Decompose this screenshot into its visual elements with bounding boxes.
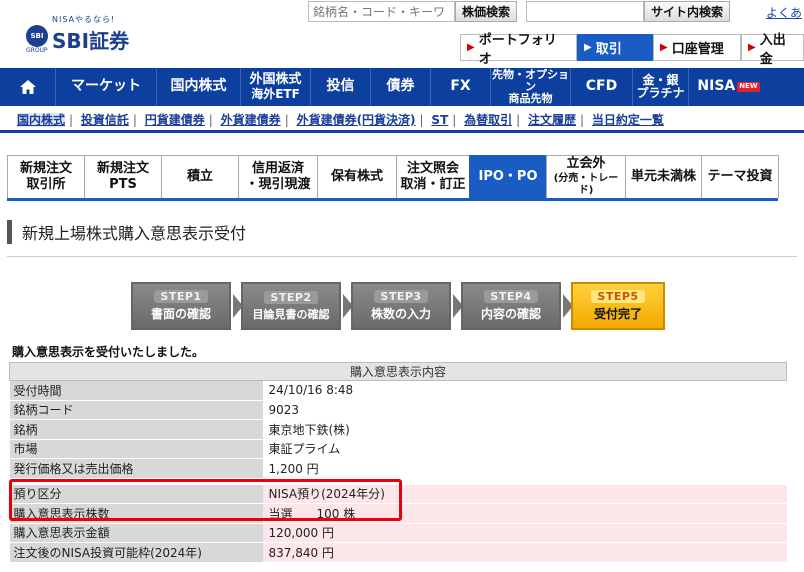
trade-tabs: 新規注文 取引所 新規注文 PTS 積立 信用返済 ・現引現渡 保有株式 注文照会 取消… [7,155,779,201]
page-title: 新規上場株式購入意思表示受付 [7,220,246,244]
sbi-mark-icon: SBI [26,25,48,47]
table-row: 注文後のNISA投資可能枠(2024年) 837,840 円 [9,542,787,563]
nav-account[interactable]: ▶ 口座管理 [653,34,741,61]
arrow-right-icon: ▶ [748,42,756,53]
faq-link[interactable]: よくあ [766,4,802,21]
step-1: STEP1 書面の確認 [131,282,243,330]
menu-fx[interactable]: FX [431,68,491,106]
sublink-domestic-stock[interactable]: 国内株式 [17,113,66,127]
stock-search-input[interactable] [308,1,455,22]
sublink-order-history[interactable]: 注文履歴 [528,113,576,127]
sublink-fx-trade[interactable]: 為替取引 [464,113,512,127]
menu-nisa[interactable]: NISA NEW [689,68,768,106]
step-3: STEP3 株数の入力 [351,282,463,330]
nav-trade[interactable]: ▶ 取引 [577,34,653,61]
menu-market[interactable]: マーケット [56,68,157,106]
intent-detail-table: 購入意思表示内容 受付時間 24/10/16 8:48 銘柄コード 9023 銘柄東… [9,362,787,563]
table-row: 銘柄 東京地下鉄(株) [9,419,787,440]
nav-portfolio[interactable]: ▶ ポートフォリオ [460,33,577,67]
site-search-button[interactable]: サイト内検索 [644,1,730,22]
menu-investment-trust[interactable]: 投信 [311,68,371,106]
logo-tagline: NISAやるなら! [52,15,116,24]
tab-holdings[interactable]: 保有株式 [317,155,397,198]
main-menu: マーケット 国内株式 外国株式 海外ETF 投信 債券 FX 先物・オプション … [0,68,804,106]
step-2: STEP2 目論見書の確認 [241,282,353,330]
sublink-st[interactable]: ST [431,113,448,127]
menu-foreign-stock[interactable]: 外国株式 海外ETF [241,68,311,106]
tab-accumulate[interactable]: 積立 [161,155,239,198]
stock-search-button[interactable]: 株価検索 [455,1,517,22]
arrow-right-icon: ▶ [584,42,592,53]
table-row: 購入意思表示株数 当選 100 株 [9,503,787,524]
sublink-yen-bond[interactable]: 円貨建債券 [145,113,205,127]
logo-group-text: GROUP [26,47,48,54]
menu-domestic-stock[interactable]: 国内株式 [157,68,241,106]
sublink-foreign-bond-yen[interactable]: 外貨建債券(円貨決済) [297,113,416,127]
table-row: 受付時間 24/10/16 8:48 [9,380,787,401]
tab-new-order-pts[interactable]: 新規注文 PTS [84,155,162,198]
menu-gold[interactable]: 金・銀 プラチナ [633,68,689,106]
top-nav: ▶ ポートフォリオ ▶ 取引 ▶ 口座管理 ▶ 入出金 [460,33,804,67]
table-row: 銘柄コード 9023 [9,400,787,420]
site-search-input[interactable] [526,1,644,22]
menu-cfd[interactable]: CFD [571,68,633,106]
menu-bonds[interactable]: 債券 [371,68,431,106]
table-row: 購入意思表示金額 120,000 円 [9,523,787,543]
nav-deposit[interactable]: ▶ 入出金 [741,33,804,67]
new-badge: NEW [737,82,760,92]
sublink-investment-trust[interactable]: 投資信託 [81,113,129,127]
sub-links: 国内株式 | 投資信託 | 円貨建債券 | 外貨建債券 | 外貨建債券(円貨決済) | S… [17,113,664,127]
tab-off-auction[interactable]: 立会外 (分売・トレード) [546,155,626,198]
accepted-message: 購入意思表示を受付いたしました。 [12,345,205,359]
table-header: 購入意思表示内容 [9,362,787,381]
tab-order-inquiry[interactable]: 注文照会 取消・訂正 [396,155,470,198]
divider [0,130,804,133]
divider [7,256,797,257]
sublink-today-executions[interactable]: 当日約定一覧 [592,113,664,127]
step-progress: STEP1 書面の確認 STEP2 目論見書の確認 STEP3 株数の入力 STEP4… [131,282,665,330]
table-row: 預り区分 NISA預り(2024年分) [9,484,787,504]
step-5-current: STEP5 受付完了 [571,282,665,330]
menu-futures[interactable]: 先物・オプション 商品先物 [491,68,571,106]
table-row: 市場 東証プライム [9,439,787,459]
arrow-right-icon: ▶ [467,42,475,53]
logo-name: SBI証券 [52,29,130,53]
step-4: STEP4 内容の確認 [461,282,573,330]
home-icon[interactable] [0,68,56,106]
sbi-logo[interactable]: NISAやるなら! SBI GROUP SBI証券 [26,14,129,54]
tab-new-order-exchange[interactable]: 新規注文 取引所 [7,155,85,198]
sublink-foreign-bond[interactable]: 外貨建債券 [221,113,281,127]
tab-odd-lot[interactable]: 単元未満株 [625,155,702,198]
arrow-right-icon: ▶ [660,42,668,53]
tab-ipo-po[interactable]: IPO・PO [469,155,547,198]
tab-margin-settle[interactable]: 信用返済 ・現引現渡 [238,155,318,198]
table-row: 発行価格又は売出価格 1,200 円 [9,458,787,479]
tab-theme-invest[interactable]: テーマ投資 [701,155,779,198]
